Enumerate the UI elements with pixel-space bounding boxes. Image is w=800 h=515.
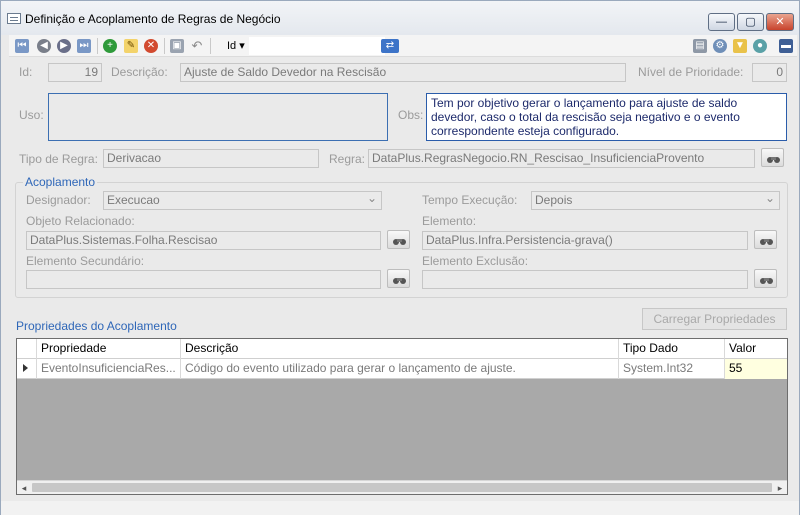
- id-field[interactable]: 19: [48, 63, 102, 82]
- propriedades-grid: Propriedade Descrição Tipo Dado Valor Ev…: [16, 338, 788, 495]
- tipo-regra-field[interactable]: Derivacao: [103, 149, 319, 168]
- id-label: Id:: [19, 65, 33, 79]
- toolbar-separator: [210, 38, 211, 54]
- minimize-button[interactable]: —: [708, 13, 735, 31]
- secundario-browse-button[interactable]: [387, 269, 410, 288]
- chevron-down-icon: ▾: [239, 40, 245, 52]
- prioridade-field[interactable]: 0: [752, 63, 787, 82]
- secundario-label: Elemento Secundário:: [26, 254, 145, 268]
- last-record-icon[interactable]: ⏭: [77, 39, 91, 53]
- cell-propriedade[interactable]: EventoInsuficienciaRes...: [37, 359, 181, 379]
- prioridade-label: Nível de Prioridade:: [638, 65, 744, 79]
- toolbar-separator: [164, 38, 165, 54]
- window-icon: [7, 13, 21, 24]
- elemento-browse-button[interactable]: [754, 230, 777, 249]
- first-record-icon[interactable]: ⏮: [15, 39, 29, 53]
- tempo-label: Tempo Execução:: [422, 193, 518, 207]
- user-icon[interactable]: ●: [753, 39, 767, 53]
- delete-icon[interactable]: ✕: [144, 39, 158, 53]
- toolbar: ⏮ ◀ ▶ ⏭ + ✎ ✕ ▣ ↶ Id ▾ ⇄ ▤ ⚙ ▼ ● ▬: [9, 35, 797, 57]
- column-header-propriedade[interactable]: Propriedade: [37, 339, 181, 359]
- binoculars-icon: [767, 153, 780, 163]
- cell-descricao[interactable]: Código do evento utilizado para gerar o …: [181, 359, 619, 379]
- panel-icon[interactable]: ▬: [779, 39, 793, 53]
- horizontal-scrollbar[interactable]: ◂ ▸: [17, 480, 787, 494]
- exclusao-label: Elemento Exclusão:: [422, 254, 529, 268]
- exclusao-field[interactable]: [422, 270, 748, 289]
- search-go-icon[interactable]: ⇄: [381, 39, 399, 53]
- acoplamento-title: Acoplamento: [23, 175, 98, 189]
- regra-label: Regra:: [329, 152, 366, 166]
- column-header-tipo[interactable]: Tipo Dado: [619, 339, 725, 359]
- regra-field[interactable]: DataPlus.RegrasNegocio.RN_Rescisao_Insuf…: [368, 149, 755, 168]
- obs-label: Obs:: [398, 108, 424, 122]
- regra-browse-button[interactable]: [761, 148, 784, 167]
- print-icon[interactable]: ▤: [693, 39, 707, 53]
- next-record-icon[interactable]: ▶: [57, 39, 71, 53]
- save-icon[interactable]: ▣: [170, 39, 184, 53]
- objeto-label: Objeto Relacionado:: [26, 214, 135, 228]
- column-header-descricao[interactable]: Descrição: [181, 339, 619, 359]
- table-row[interactable]: EventoInsuficienciaRes... Código do even…: [17, 359, 787, 379]
- cell-valor[interactable]: 55: [725, 359, 787, 379]
- undo-icon[interactable]: ↶: [190, 39, 204, 53]
- search-input[interactable]: [249, 37, 385, 55]
- sort-field-select[interactable]: Id ▾: [223, 37, 249, 55]
- status-strip: [1, 501, 799, 515]
- binoculars-icon: [393, 274, 406, 284]
- propriedades-title: Propriedades do Acoplamento: [16, 319, 177, 333]
- descricao-label: Descrição:: [111, 65, 168, 79]
- uso-label: Uso:: [19, 108, 44, 122]
- binoculars-icon: [760, 235, 773, 245]
- designador-select[interactable]: Execucao: [103, 191, 382, 210]
- elemento-field[interactable]: DataPlus.Infra.Persistencia-grava(): [422, 231, 748, 250]
- elemento-label: Elemento:: [422, 214, 477, 228]
- scroll-right-icon[interactable]: ▸: [773, 482, 787, 494]
- secundario-field[interactable]: [26, 270, 381, 289]
- scroll-thumb[interactable]: [32, 483, 772, 492]
- tipo-regra-label: Tipo de Regra:: [19, 152, 98, 166]
- objeto-field[interactable]: DataPlus.Sistemas.Folha.Rescisao: [26, 231, 381, 250]
- binoculars-icon: [393, 235, 406, 245]
- row-selector[interactable]: [17, 359, 37, 379]
- uso-textarea[interactable]: [48, 93, 388, 141]
- row-header-corner: [17, 339, 37, 359]
- app-window: Definição e Acoplamento de Regras de Neg…: [0, 0, 800, 515]
- row-pointer-icon: [23, 364, 28, 372]
- binoculars-icon: [760, 274, 773, 284]
- exclusao-browse-button[interactable]: [754, 269, 777, 288]
- grid-header: Propriedade Descrição Tipo Dado Valor: [17, 339, 787, 359]
- toolbar-separator: [97, 38, 98, 54]
- designador-label: Designador:: [26, 193, 91, 207]
- cell-tipo[interactable]: System.Int32: [619, 359, 725, 379]
- descricao-field[interactable]: Ajuste de Saldo Devedor na Rescisão: [180, 63, 626, 82]
- title-bar: Definição e Acoplamento de Regras de Neg…: [1, 1, 799, 35]
- previous-record-icon[interactable]: ◀: [37, 39, 51, 53]
- obs-textarea[interactable]: Tem por objetivo gerar o lançamento para…: [426, 93, 787, 141]
- tempo-select[interactable]: Depois: [531, 191, 780, 210]
- window-title: Definição e Acoplamento de Regras de Neg…: [25, 12, 281, 26]
- carregar-propriedades-button[interactable]: Carregar Propriedades: [642, 308, 787, 330]
- filter-icon[interactable]: ▼: [733, 39, 747, 53]
- edit-icon[interactable]: ✎: [124, 39, 138, 53]
- add-icon[interactable]: +: [103, 39, 117, 53]
- objeto-browse-button[interactable]: [387, 230, 410, 249]
- maximize-button[interactable]: ▢: [737, 13, 764, 31]
- column-header-valor[interactable]: Valor: [725, 339, 787, 359]
- settings-icon[interactable]: ⚙: [713, 39, 727, 53]
- scroll-left-icon[interactable]: ◂: [17, 482, 31, 494]
- close-button[interactable]: ✕: [766, 13, 794, 31]
- sort-field-label: Id: [227, 40, 237, 52]
